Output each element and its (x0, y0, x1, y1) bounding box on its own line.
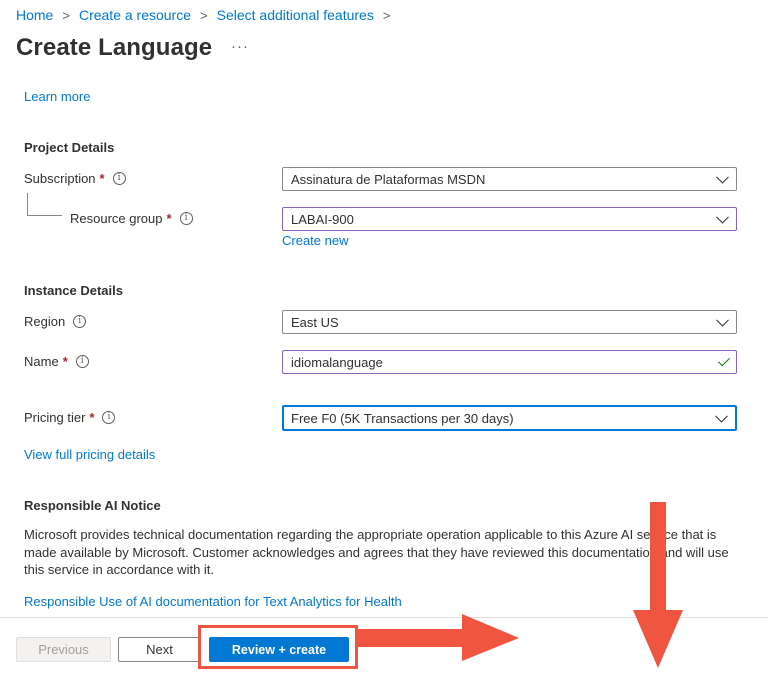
annotation-arrow-down (633, 502, 683, 668)
annotation-arrow-right (358, 614, 519, 661)
annotation-arrows (358, 502, 683, 668)
